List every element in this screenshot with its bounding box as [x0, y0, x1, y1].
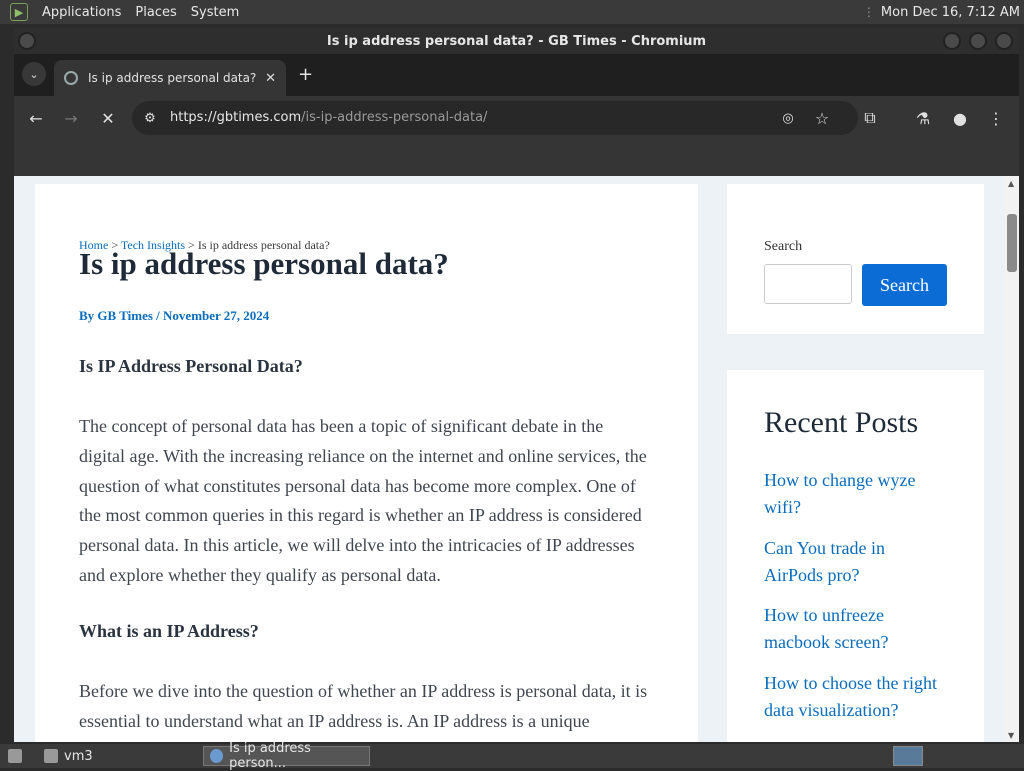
- labs-flask-icon[interactable]: ⚗: [911, 106, 935, 130]
- search-button[interactable]: Search: [862, 264, 947, 306]
- desktop-icon: [8, 749, 22, 763]
- tab-search-button[interactable]: ⌄: [22, 62, 46, 86]
- article-paragraph: Before we dive into the question of whet…: [79, 677, 659, 737]
- post-link-line[interactable]: How to change wyze: [764, 467, 954, 494]
- menu-places[interactable]: Places: [135, 5, 176, 20]
- post-link-line[interactable]: macbook screen?: [764, 629, 954, 656]
- maximize-button[interactable]: [969, 32, 987, 50]
- clock[interactable]: Mon Dec 16, 7:12 AM: [881, 5, 1020, 20]
- taskbar-item-chromium[interactable]: Is ip address person...: [203, 741, 370, 771]
- panel-grip-icon: ⋮: [862, 5, 875, 19]
- recent-post-link[interactable]: How to choose the right data visualizati…: [764, 670, 954, 724]
- bookmark-bar: [14, 140, 1019, 176]
- more-menu-icon[interactable]: ⋮: [984, 106, 1008, 130]
- url-text[interactable]: https://gbtimes.com/is-ip-address-person…: [170, 110, 487, 125]
- bookmark-star-icon[interactable]: ☆: [810, 106, 834, 130]
- search-input[interactable]: [764, 264, 852, 304]
- menu-applications[interactable]: Applications: [42, 5, 121, 20]
- new-tab-button[interactable]: +: [298, 64, 313, 85]
- taskbar-item-label: vm3: [64, 748, 93, 764]
- paragraph-line: question of what constitutes personal da…: [79, 475, 636, 496]
- paragraph-line: essential to understand what an IP addre…: [79, 710, 590, 731]
- recent-post-link[interactable]: How to unfreeze macbook screen?: [764, 602, 954, 656]
- close-tab-icon[interactable]: ✕: [265, 71, 276, 86]
- post-link-line[interactable]: wifi?: [764, 494, 954, 521]
- window-menu-button[interactable]: [18, 32, 36, 50]
- post-link-line[interactable]: How to unfreeze: [764, 602, 954, 629]
- site-settings-icon[interactable]: ⚙: [138, 106, 162, 130]
- post-link-line[interactable]: Can You trade in: [764, 535, 954, 562]
- paragraph-line: the most common queries in this regard i…: [79, 505, 642, 526]
- search-label: Search: [764, 239, 803, 254]
- scroll-up-arrow-icon[interactable]: ▲: [1008, 179, 1014, 188]
- show-desktop-button[interactable]: [2, 746, 28, 766]
- post-link-line[interactable]: data visualization?: [764, 697, 954, 724]
- article-card: Home > Tech Insights > Is ip address per…: [35, 184, 698, 742]
- scroll-down-arrow-icon[interactable]: ▼: [1008, 731, 1014, 740]
- bottom-taskbar: vm3 Is ip address person...: [0, 741, 1024, 771]
- tab-active[interactable]: Is ip address personal data? ✕: [54, 60, 286, 96]
- recent-posts-widget: Recent Posts How to change wyze wifi? Ca…: [727, 370, 984, 742]
- close-window-button[interactable]: [995, 32, 1013, 50]
- article-paragraph: The concept of personal data has been a …: [79, 412, 659, 591]
- tab-strip: ⌄ Is ip address personal data? ✕ +: [14, 54, 1019, 96]
- page-viewport: Home > Tech Insights > Is ip address per…: [14, 176, 1005, 742]
- back-arrow-icon[interactable]: ←: [24, 106, 48, 130]
- recent-post-link[interactable]: How to change wyze wifi?: [764, 467, 954, 521]
- paragraph-line: Before we dive into the question of whet…: [79, 681, 648, 701]
- page-scrollbar[interactable]: ▲ ▼: [1005, 176, 1019, 742]
- system-top-panel: ▶ Applications Places System ⋮ Mon Dec 1…: [0, 0, 1024, 24]
- chromium-icon: [210, 749, 224, 763]
- section-heading: Is IP Address Personal Data?: [79, 356, 303, 376]
- paragraph-line: and explore whether they qualify as pers…: [79, 564, 441, 585]
- window-title: Is ip address personal data? - GB Times …: [326, 33, 707, 49]
- tab-label: Is ip address personal data?: [88, 71, 257, 85]
- scrollbar-thumb[interactable]: [1007, 214, 1017, 272]
- chevron-down-icon: ⌄: [29, 67, 39, 81]
- forward-arrow-icon[interactable]: →: [59, 106, 83, 130]
- byline[interactable]: By GB Times / November 27, 2024: [79, 308, 269, 324]
- extensions-icon[interactable]: ⧉: [858, 106, 882, 130]
- browser-toolbar: ← → ✕ ⚙ https://gbtimes.com/is-ip-addres…: [14, 96, 1019, 140]
- eye-off-icon[interactable]: ◎: [776, 106, 800, 130]
- paragraph-line: digital age. With the increasing relianc…: [79, 445, 647, 466]
- paragraph-line: The concept of personal data has been a …: [79, 416, 604, 436]
- workspace-switcher[interactable]: [893, 746, 923, 766]
- window-titlebar[interactable]: Is ip address personal data? - GB Times …: [14, 28, 1019, 54]
- post-link-line[interactable]: How to choose the right: [764, 670, 954, 697]
- folder-icon: [44, 749, 58, 763]
- recent-posts-title: Recent Posts: [764, 406, 919, 439]
- loading-favicon-icon: [64, 71, 78, 85]
- stop-loading-icon[interactable]: ✕: [96, 106, 120, 130]
- taskbar-item-vm3[interactable]: vm3: [38, 746, 99, 766]
- search-widget: Search Search: [727, 184, 984, 334]
- minimize-button[interactable]: [943, 32, 961, 50]
- menu-system[interactable]: System: [191, 5, 239, 20]
- section-heading: What is an IP Address?: [79, 621, 259, 641]
- paragraph-line: personal data. In this article, we will …: [79, 535, 635, 556]
- page-title: Is ip address personal data?: [79, 246, 449, 281]
- profile-avatar-icon[interactable]: ●: [948, 106, 972, 130]
- recent-post-link[interactable]: Can You trade in AirPods pro?: [764, 535, 954, 589]
- address-bar[interactable]: ⚙ https://gbtimes.com/is-ip-address-pers…: [132, 101, 858, 135]
- distro-logo-icon[interactable]: ▶: [10, 3, 28, 21]
- post-link-line[interactable]: AirPods pro?: [764, 562, 954, 589]
- taskbar-item-label: Is ip address person...: [229, 741, 311, 771]
